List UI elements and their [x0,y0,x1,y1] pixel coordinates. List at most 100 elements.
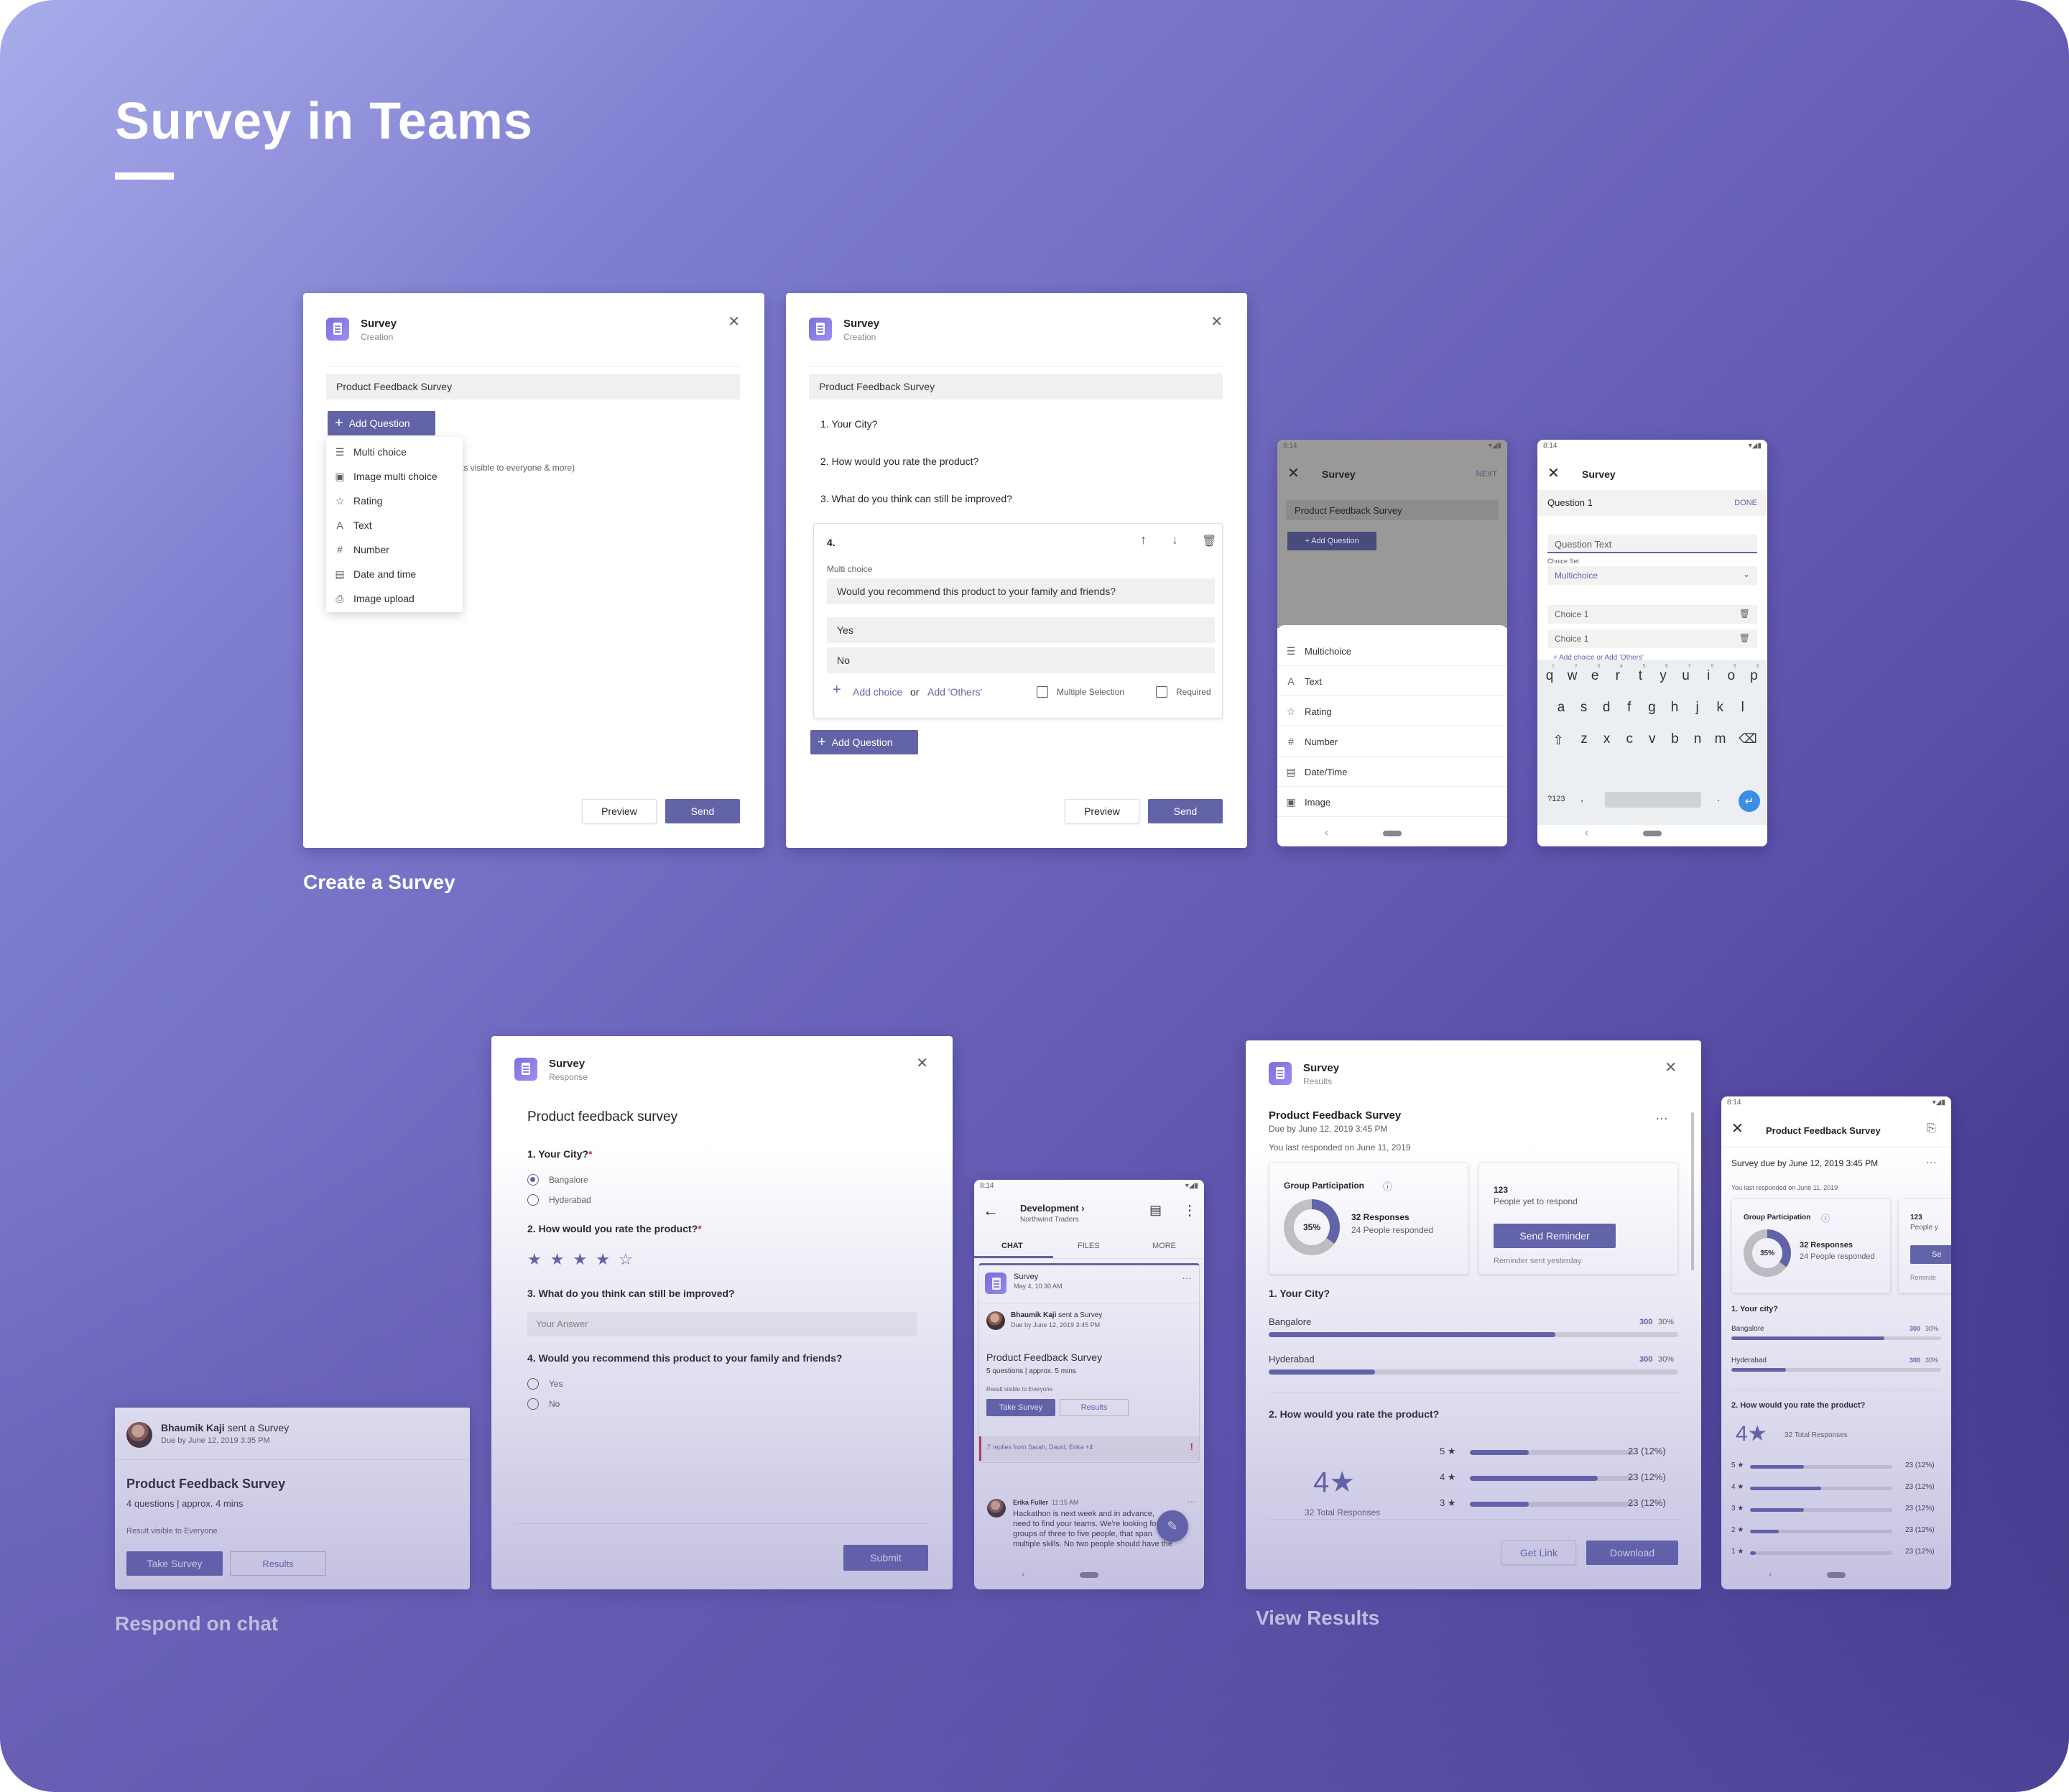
comma-key[interactable]: , [1580,792,1583,803]
radio-yes[interactable] [527,1378,539,1390]
key-w[interactable]: w [1562,668,1583,684]
more-horizontal-icon[interactable]: … [1182,1270,1192,1281]
add-others-link[interactable]: Add 'Others' [927,686,982,698]
close-icon[interactable]: ✕ [1547,464,1560,482]
download-button[interactable]: Download [1586,1541,1678,1565]
back-nav-icon[interactable]: ‹ [1769,1568,1772,1579]
choice-input-2[interactable]: Choice 1 🗑 [1547,629,1757,648]
key-c[interactable]: c [1619,731,1640,747]
radio-bangalore[interactable] [527,1174,539,1186]
info-icon[interactable]: ⓘ [1821,1212,1830,1224]
key-s[interactable]: s [1573,700,1595,716]
answer-input[interactable]: Your Answer [527,1312,917,1336]
send-button[interactable]: Send [665,799,740,823]
key-l[interactable]: l [1732,700,1754,716]
delete-icon[interactable]: 🗑 [1202,534,1216,548]
question-text-input[interactable]: Question Text [1547,535,1757,553]
multiple-selection-checkbox[interactable] [1037,686,1048,698]
scrollbar[interactable] [1691,1112,1694,1270]
enter-key-icon[interactable]: ↵ [1739,790,1760,812]
key-j[interactable]: j [1687,700,1708,716]
key-f[interactable]: f [1619,700,1640,716]
required-checkbox[interactable] [1156,686,1167,698]
add-question-button[interactable]: + Add Question [1287,532,1376,550]
back-nav-icon[interactable]: ‹ [1022,1568,1025,1579]
space-key[interactable] [1605,792,1701,808]
key-x[interactable]: x [1596,731,1618,747]
next-button[interactable]: NEXT [1476,470,1497,479]
close-icon[interactable]: ✕ [1665,1061,1677,1075]
delete-icon[interactable]: 🗑 [1739,609,1750,619]
survey-title-field[interactable]: Product Feedback Survey [1286,500,1499,520]
star-filled-icon[interactable]: ★ [573,1250,596,1268]
key-a[interactable]: a [1550,700,1572,716]
sheet-item-number[interactable]: # Number [1277,729,1507,754]
survey-title-field[interactable]: Product Feedback Survey [326,374,740,399]
key-k[interactable]: k [1709,700,1731,716]
channel-info-icon[interactable]: ▤ [1149,1203,1162,1218]
key-m[interactable]: m [1710,731,1731,747]
shift-key[interactable]: ⇧ [1547,733,1569,748]
reply-summary[interactable]: 7 replies from Sarah, David, Erika +4 ! [979,1436,1199,1461]
back-nav-icon[interactable]: ‹ [1325,826,1328,838]
submit-button[interactable]: Submit [843,1545,928,1571]
period-key[interactable]: . [1717,792,1720,803]
menu-item-date-time[interactable]: ▤ Date and time [326,562,463,586]
home-indicator[interactable] [1643,831,1662,836]
add-choice-link[interactable]: Add choice [853,686,902,698]
choice-field-1[interactable]: Yes [827,617,1215,643]
choice-input-1[interactable]: Choice 1 🗑 [1547,605,1757,624]
key-r[interactable]: r [1607,668,1629,684]
menu-item-number[interactable]: # Number [326,537,463,562]
menu-item-image-upload[interactable]: ⎙ Image upload [326,586,463,611]
more-horizontal-icon[interactable]: … [1925,1154,1937,1167]
question-1[interactable]: 1. Your City? [820,418,877,430]
tab-more[interactable]: MORE [1152,1242,1176,1250]
home-indicator[interactable] [1383,831,1402,836]
home-indicator[interactable] [1827,1572,1846,1578]
add-question-button[interactable]: + Add Question [810,730,918,754]
menu-item-multi-choice[interactable]: ☰ Multi choice [326,440,463,464]
preview-button[interactable]: Preview [582,799,657,823]
more-vertical-icon[interactable]: ⋮ [1182,1201,1197,1219]
add-question-button[interactable]: + Add Question [328,411,435,435]
key-q[interactable]: q [1539,668,1560,684]
more-horizontal-icon[interactable]: … [1655,1108,1668,1123]
done-button[interactable]: DONE [1734,499,1757,507]
back-nav-icon[interactable]: ‹ [1585,826,1588,838]
get-link-button[interactable]: Get Link [1501,1541,1576,1565]
tab-files[interactable]: FILES [1078,1242,1100,1250]
backspace-key[interactable]: ⌫ [1737,731,1759,747]
question-2[interactable]: 2. How would you rate the product? [820,456,978,467]
results-button[interactable]: Results [1060,1399,1129,1416]
back-arrow-icon[interactable]: ← [983,1201,999,1220]
radio-no[interactable] [527,1398,539,1410]
key-v[interactable]: v [1642,731,1663,747]
more-horizontal-icon[interactable]: … [1187,1495,1195,1505]
export-icon[interactable]: ⎘ [1927,1122,1936,1135]
key-e[interactable]: e [1584,668,1606,684]
key-o[interactable]: o [1721,668,1742,684]
compose-icon[interactable]: ✎ [1157,1510,1188,1542]
move-up-icon[interactable]: ↑ [1140,532,1147,548]
delete-icon[interactable]: 🗑 [1739,633,1750,643]
key-z[interactable]: z [1573,731,1595,747]
question-text-field[interactable]: Would you recommend this product to your… [827,578,1215,604]
close-icon[interactable]: ✕ [1211,315,1223,329]
send-reminder-button[interactable]: Se [1910,1245,1951,1264]
close-icon[interactable]: ✕ [916,1056,928,1071]
menu-item-text[interactable]: A Text [326,513,463,537]
key-n[interactable]: n [1687,731,1708,747]
info-icon[interactable]: ⓘ [1383,1179,1392,1193]
menu-item-rating[interactable]: ☆ Rating [326,489,463,513]
preview-button[interactable]: Preview [1065,799,1139,823]
survey-title-field[interactable]: Product Feedback Survey [809,374,1223,399]
menu-item-image-multi-choice[interactable]: ▣ Image multi choice [326,464,463,489]
tab-chat[interactable]: CHAT [1001,1242,1023,1250]
question-3[interactable]: 3. What do you think can still be improv… [820,493,1012,504]
results-button[interactable]: Results [230,1551,326,1576]
radio-hyderabad[interactable] [527,1194,539,1206]
symbols-key[interactable]: ?123 [1547,795,1565,803]
sheet-item-multichoice[interactable]: ☰ Multichoice [1277,638,1507,664]
sheet-item-rating[interactable]: ☆ Rating [1277,698,1507,724]
